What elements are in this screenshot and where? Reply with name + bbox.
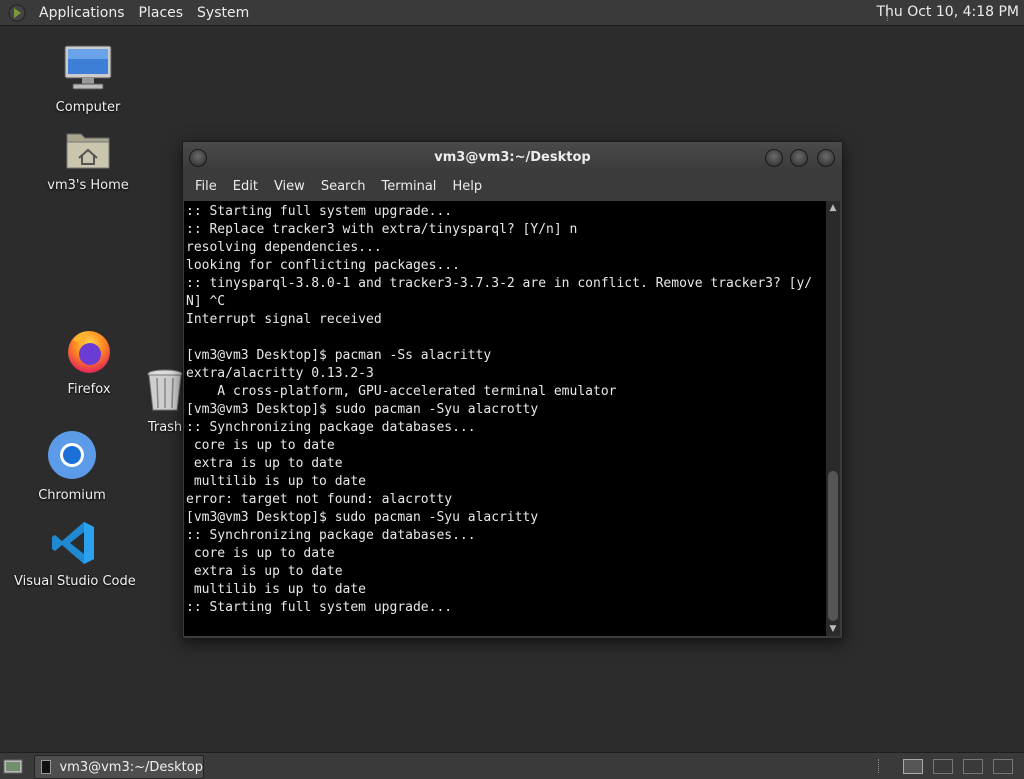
desktop-icon-firefox[interactable]: Firefox <box>54 326 124 397</box>
taskbar-terminal-button[interactable]: vm3@vm3:~/Desktop <box>34 755 204 779</box>
close-button[interactable] <box>817 149 835 167</box>
terminal-icon <box>41 760 52 774</box>
terminal-window[interactable]: vm3@vm3:~/Desktop File Edit View Search … <box>182 141 843 639</box>
menu-help[interactable]: Help <box>444 179 490 194</box>
maximize-button[interactable] <box>790 149 808 167</box>
menu-search[interactable]: Search <box>313 179 374 194</box>
vscode-icon <box>52 522 94 564</box>
firefox-icon <box>68 331 110 373</box>
terminal-output[interactable]: :: Starting full system upgrade... :: Re… <box>184 201 826 636</box>
show-desktop-icon[interactable] <box>3 757 23 775</box>
clock[interactable]: Thu Oct 10, 4:18 PM <box>876 0 1019 25</box>
minimize-button[interactable] <box>765 149 783 167</box>
top-panel: Applications Places System Thu Oct 10, 4… <box>0 0 1024 26</box>
trash-icon <box>147 369 183 411</box>
menu-places[interactable]: Places <box>132 5 191 21</box>
terminal-menubar: File Edit View Search Terminal Help <box>183 173 842 200</box>
menu-edit[interactable]: Edit <box>225 179 266 194</box>
terminal-text[interactable]: :: Starting full system upgrade... :: Re… <box>184 201 826 617</box>
menu-view[interactable]: View <box>266 179 313 194</box>
applications-logo-icon[interactable] <box>8 4 26 22</box>
desktop-icon-label: Computer <box>55 100 121 115</box>
workspace-3[interactable] <box>963 759 983 774</box>
workspace-2[interactable] <box>933 759 953 774</box>
window-titlebar[interactable]: vm3@vm3:~/Desktop <box>183 142 842 173</box>
terminal-scrollbar[interactable]: ▲ ▼ <box>826 201 840 636</box>
desktop-icon-label: vm3's Home <box>47 178 129 193</box>
scroll-down-arrow[interactable]: ▼ <box>826 622 840 636</box>
desktop-icon-vscode[interactable]: Visual Studio Code <box>14 520 136 589</box>
desktop-icon-chromium[interactable]: Chromium <box>32 430 112 503</box>
menu-applications[interactable]: Applications <box>32 5 132 21</box>
menu-terminal[interactable]: Terminal <box>373 179 444 194</box>
menu-file[interactable]: File <box>187 179 225 194</box>
window-title: vm3@vm3:~/Desktop <box>434 150 591 165</box>
home-folder-icon <box>66 133 110 169</box>
desktop-icon-label: Chromium <box>38 488 106 503</box>
workspace-4[interactable] <box>993 759 1013 774</box>
scroll-up-arrow[interactable]: ▲ <box>826 201 840 215</box>
desktop-icon-label: Firefox <box>67 382 111 397</box>
desktop-icon-label: Visual Studio Code <box>14 574 136 589</box>
menu-system[interactable]: System <box>190 5 256 21</box>
bottom-panel: vm3@vm3:~/Desktop <box>0 752 1024 779</box>
workspace-1[interactable] <box>903 759 923 774</box>
desktop-icon-computer[interactable]: Computer <box>48 44 128 115</box>
panel-separator <box>878 759 879 773</box>
chromium-icon <box>48 431 96 479</box>
computer-icon <box>64 45 112 90</box>
desktop-icon-home[interactable]: vm3's Home <box>43 128 133 193</box>
taskbar-label: vm3@vm3:~/Desktop <box>59 759 203 775</box>
scrollbar-thumb[interactable] <box>828 471 838 621</box>
